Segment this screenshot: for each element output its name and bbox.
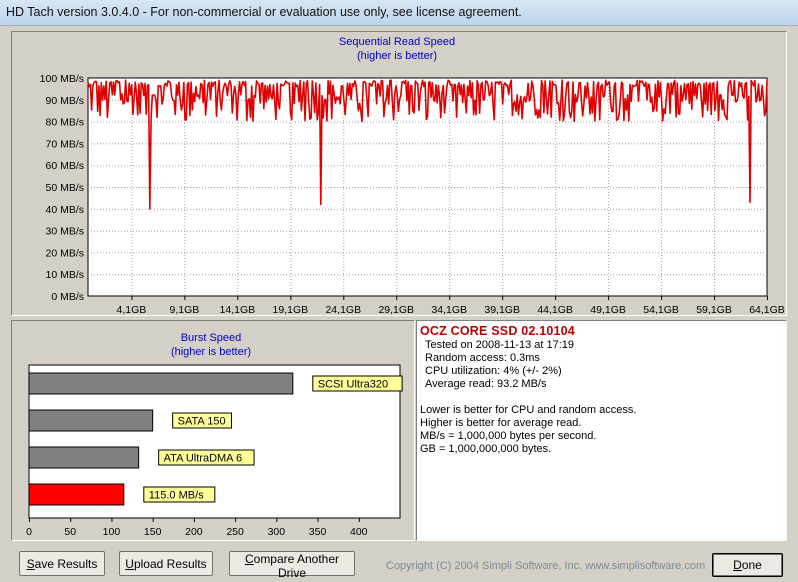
drive-info-panel: OCZ CORE SSD 02.10104 Tested on 2008-11-…: [416, 320, 787, 541]
compare-another-drive-button[interactable]: Compare Another Drive: [229, 551, 355, 580]
seq-chart-subtitle: (higher is better): [357, 50, 437, 62]
seq-plot-area: 0 MB/s 10 MB/s 20 MB/s 30 MB/s 40 MB/s 50 MB/…: [40, 73, 785, 316]
burst-x-tick-label: 250: [226, 526, 244, 538]
seq-x-tick-label: 14,1GB: [220, 304, 256, 315]
note-average-read: Higher is better for average read.: [420, 417, 582, 429]
note-gb-definition: GB = 1,000,000,000 bytes.: [420, 443, 552, 455]
seq-x-tick-label: 34,1GB: [431, 304, 467, 315]
seq-y-tick-label: 40 MB/s: [45, 204, 84, 216]
copyright-text: Copyright (C) 2004 Simpli Software, Inc.…: [386, 560, 706, 572]
burst-x-tick-label: 350: [309, 526, 327, 538]
burst-x-tick-label: 0: [26, 526, 32, 538]
random-access-text: Random access: 0.3ms: [425, 352, 540, 364]
seq-x-tick-label: 39,1GB: [484, 304, 520, 315]
seq-y-tick-label: 30 MB/s: [45, 226, 84, 238]
seq-chart-title: Sequential Read Speed: [339, 36, 455, 48]
tested-on-text: Tested on 2008-11-13 at 17:19: [425, 339, 575, 351]
upload-label-accel: U: [125, 556, 134, 571]
done-button[interactable]: Done: [712, 553, 783, 577]
seq-y-tick-label: 10 MB/s: [45, 269, 84, 281]
done-label-accel: D: [733, 558, 742, 572]
hdtach-window: HD Tach version 3.0.4.0 - For non-commer…: [0, 0, 798, 582]
seq-x-tick-label: 59,1GB: [696, 304, 732, 315]
sequential-read-chart: Sequential Read Speed (higher is better)…: [40, 36, 785, 316]
title-bar[interactable]: HD Tach version 3.0.4.0 - For non-commer…: [0, 0, 798, 26]
seq-x-tick-label: 29,1GB: [378, 304, 414, 315]
done-label-post: one: [741, 558, 762, 572]
save-label-post: ave Results: [34, 556, 98, 571]
burst-bar-label: ATA UltraDMA 6: [164, 453, 242, 465]
seq-y-tick-label: 100 MB/s: [40, 73, 84, 85]
seq-x-tick-label: 24,1GB: [325, 304, 361, 315]
note-cpu-random: Lower is better for CPU and random acces…: [420, 404, 637, 416]
compare-label-post: ompare Another Drive: [253, 552, 340, 580]
burst-bar-label: SCSI Ultra320: [318, 379, 388, 391]
seq-y-tick-label: 80 MB/s: [45, 117, 84, 129]
burst-x-tick-label: 150: [144, 526, 162, 538]
seq-y-tick-label: 50 MB/s: [45, 182, 84, 194]
burst-plot-area: 0 50 100 150 200 250 300 350 400 SCSI Ultra320 SAT…: [26, 364, 403, 538]
burst-bar: [28, 409, 154, 432]
seq-y-tick-label: 70 MB/s: [45, 138, 84, 150]
burst-x-tick-label: 100: [103, 526, 121, 538]
window-title: HD Tach version 3.0.4.0 - For non-commer…: [6, 5, 522, 19]
note-mbs-definition: MB/s = 1,000,000 bytes per second.: [420, 430, 597, 442]
seq-x-tick-label: 54,1GB: [643, 304, 679, 315]
average-read-text: Average read: 93.2 MB/s: [425, 378, 547, 390]
upload-results-button[interactable]: Upload Results: [119, 551, 213, 576]
sequential-read-panel: Sequential Read Speed (higher is better)…: [11, 31, 787, 316]
burst-chart-title: Burst Speed: [181, 332, 242, 344]
burst-bar-label: 115.0 MB/s: [149, 490, 204, 502]
burst-x-tick-label: 400: [350, 526, 368, 538]
burst-speed-chart: Burst Speed (higher is better) 0 50 100 150…: [26, 332, 403, 538]
seq-x-tick-label: 49,1GB: [590, 304, 626, 315]
seq-x-tick-label: 9,1GB: [170, 304, 200, 315]
burst-bar: [28, 446, 140, 469]
cpu-utilization-text: CPU utilization: 4% (+/- 2%): [425, 365, 562, 377]
burst-chart-subtitle: (higher is better): [171, 346, 251, 358]
burst-x-tick-label: 50: [64, 526, 76, 538]
compare-label-accel: C: [244, 552, 254, 566]
burst-x-tick-label: 200: [185, 526, 203, 538]
upload-label-post: pload Results: [133, 556, 207, 571]
burst-bar-label: SATA 150: [178, 416, 226, 428]
seq-y-tick-label: 90 MB/s: [45, 95, 84, 107]
burst-bar: [28, 372, 294, 395]
save-results-button[interactable]: Save Results: [19, 551, 105, 576]
seq-x-tick-label: 19,1GB: [273, 304, 309, 315]
drive-name: OCZ CORE SSD 02.10104: [420, 324, 575, 338]
seq-x-tick-label: 64,1GB: [749, 304, 785, 315]
burst-bar: [28, 483, 125, 506]
burst-speed-panel: Burst Speed (higher is better) 0 50 100 150…: [11, 320, 415, 541]
burst-x-tick-label: 300: [268, 526, 286, 538]
seq-y-tick-label: 20 MB/s: [45, 247, 84, 259]
seq-y-tick-label: 0 MB/s: [51, 291, 84, 303]
seq-y-tick-label: 60 MB/s: [45, 160, 84, 172]
save-label-accel: S: [26, 556, 35, 571]
seq-x-tick-label: 4,1GB: [117, 304, 147, 315]
seq-x-tick-label: 44,1GB: [537, 304, 573, 315]
